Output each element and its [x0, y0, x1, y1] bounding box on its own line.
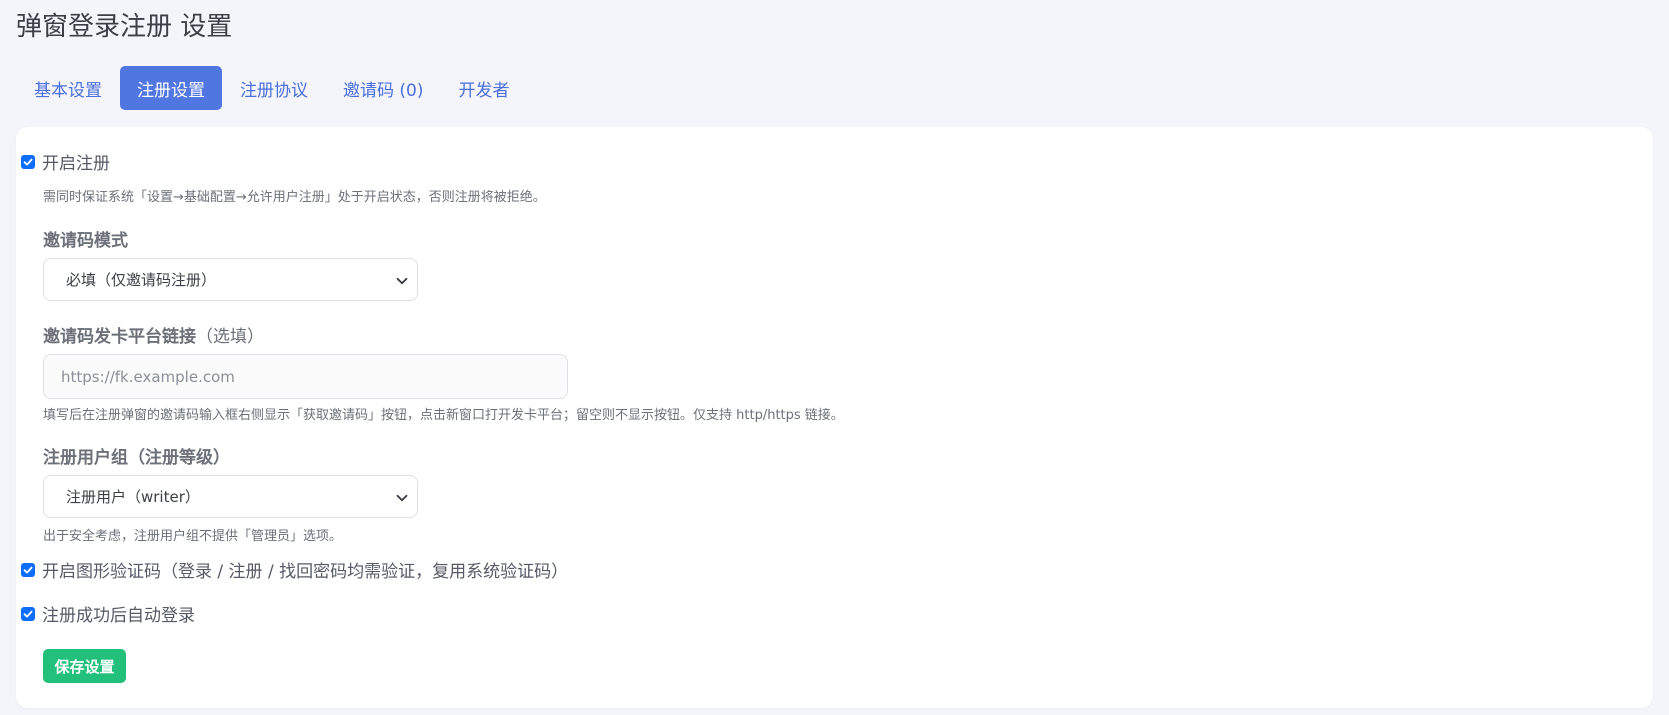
- invite-mode-label: 邀请码模式: [43, 231, 128, 251]
- invite-link-input[interactable]: https://fk.example.com: [43, 354, 568, 399]
- user-group-value: 注册用户（writer）: [66, 488, 200, 506]
- invite-mode-select[interactable]: 必填（仅邀请码注册）: [43, 258, 418, 301]
- autologin-row[interactable]: 注册成功后自动登录: [21, 601, 195, 626]
- invite-link-label: 邀请码发卡平台链接（选填）: [43, 322, 264, 347]
- captcha-checkbox[interactable]: [21, 562, 35, 577]
- checkmark-icon: [23, 158, 33, 165]
- invite-link-placeholder: https://fk.example.com: [61, 367, 235, 386]
- tab-register-settings[interactable]: 注册设置: [120, 66, 222, 110]
- chevron-down-icon: [396, 277, 408, 285]
- captcha-label: 开启图形验证码（登录 / 注册 / 找回密码均需验证，复用系统验证码）: [42, 562, 569, 582]
- enable-register-help: 需同时保证系统「设置→基础配置→允许用户注册」处于开启状态，否则注册将被拒绝。: [43, 190, 546, 205]
- tab-invite-codes[interactable]: 邀请码 (0): [326, 66, 440, 110]
- captcha-row[interactable]: 开启图形验证码（登录 / 注册 / 找回密码均需验证，复用系统验证码）: [21, 557, 568, 582]
- checkmark-icon: [23, 566, 33, 573]
- autologin-label: 注册成功后自动登录: [42, 606, 195, 626]
- chevron-down-icon: [396, 494, 408, 502]
- invite-link-optional: （选填）: [196, 327, 264, 347]
- tab-basic-settings[interactable]: 基本设置: [17, 66, 119, 110]
- user-group-help: 出于安全考虑，注册用户组不提供「管理员」选项。: [43, 529, 343, 544]
- save-settings-button[interactable]: 保存设置: [43, 649, 126, 683]
- checkmark-icon: [23, 610, 33, 617]
- enable-register-checkbox[interactable]: [21, 154, 35, 169]
- user-group-select[interactable]: 注册用户（writer）: [43, 475, 418, 518]
- invite-link-help: 填写后在注册弹窗的邀请码输入框右侧显示「获取邀请码」按钮，点击新窗口打开发卡平台…: [43, 408, 844, 423]
- register-settings-card: 开启注册 需同时保证系统「设置→基础配置→允许用户注册」处于开启状态，否则注册将…: [16, 127, 1653, 708]
- page-title: 弹窗登录注册 设置: [16, 12, 233, 42]
- tab-developer[interactable]: 开发者: [441, 66, 526, 110]
- settings-tabs: 基本设置 注册设置 注册协议 邀请码 (0) 开发者: [17, 66, 527, 110]
- user-group-label: 注册用户组（注册等级）: [43, 448, 230, 468]
- autologin-checkbox[interactable]: [21, 606, 35, 621]
- tab-register-agreement[interactable]: 注册协议: [223, 66, 325, 110]
- enable-register-row[interactable]: 开启注册: [21, 149, 110, 174]
- invite-link-label-text: 邀请码发卡平台链接: [43, 327, 196, 347]
- enable-register-label: 开启注册: [42, 154, 110, 174]
- invite-mode-value: 必填（仅邀请码注册）: [66, 271, 217, 289]
